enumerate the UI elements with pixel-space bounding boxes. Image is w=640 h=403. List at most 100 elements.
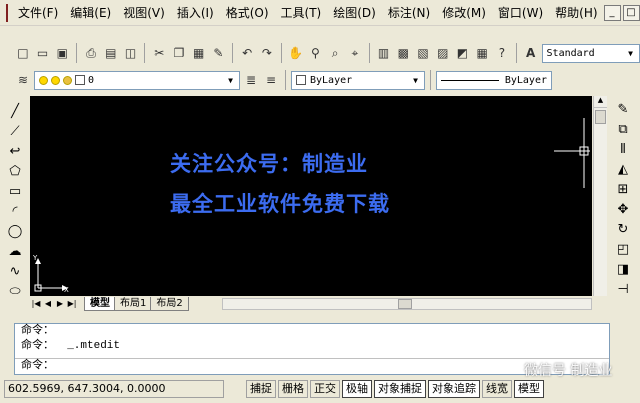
preview-icon[interactable]: ▤ bbox=[102, 44, 120, 62]
snap-toggle[interactable]: 捕捉 bbox=[246, 380, 276, 398]
save-icon[interactable]: ▣ bbox=[53, 44, 71, 62]
rotate-icon[interactable]: ↻ bbox=[613, 220, 633, 238]
model-toggle[interactable]: 模型 bbox=[514, 380, 544, 398]
spline-icon[interactable]: ∿ bbox=[5, 262, 25, 280]
ellipse-icon[interactable]: ⬭ bbox=[5, 282, 25, 300]
text-style-select[interactable]: Standard ▼ bbox=[541, 43, 640, 63]
horizontal-scroll-thumb[interactable] bbox=[398, 299, 412, 309]
chevron-down-icon: ▼ bbox=[628, 48, 633, 58]
redo-icon[interactable]: ↷ bbox=[258, 44, 276, 62]
last-tab-icon[interactable]: ▶| bbox=[66, 298, 78, 310]
restore-button[interactable]: □ bbox=[622, 4, 640, 21]
help-icon[interactable]: ? bbox=[493, 44, 511, 62]
move-icon[interactable]: ✥ bbox=[613, 200, 633, 218]
toolbar-separator bbox=[144, 43, 146, 63]
toolbar-separator bbox=[280, 43, 282, 63]
rectangle-icon[interactable]: ▭ bbox=[5, 182, 25, 200]
tab-layout2[interactable]: 布局2 bbox=[150, 297, 189, 311]
text-style-icon[interactable]: A bbox=[522, 44, 540, 62]
scale-icon[interactable]: ◰ bbox=[613, 240, 633, 258]
zoom-previous-icon[interactable]: ⌖ bbox=[346, 44, 364, 62]
polygon-icon[interactable]: ⬠ bbox=[5, 162, 25, 180]
sheet-set-icon[interactable]: ▨ bbox=[434, 44, 452, 62]
toolbar-separator bbox=[232, 43, 234, 63]
array-icon[interactable]: ⊞ bbox=[613, 180, 633, 198]
copy-icon[interactable]: ❐ bbox=[170, 44, 188, 62]
layer-previous-icon[interactable]: ≡ bbox=[262, 71, 280, 89]
linetype-value: ByLayer bbox=[504, 74, 547, 86]
stretch-icon[interactable]: ◨ bbox=[613, 260, 633, 278]
command-history-line: 命令： bbox=[21, 325, 54, 337]
new-icon[interactable]: □ bbox=[14, 44, 32, 62]
circle-icon[interactable]: ◯ bbox=[5, 222, 25, 240]
ortho-toggle[interactable]: 正交 bbox=[310, 380, 340, 398]
color-swatch-icon bbox=[296, 75, 306, 85]
cut-icon[interactable]: ✂ bbox=[150, 44, 168, 62]
scroll-up-icon[interactable]: ▲ bbox=[594, 96, 607, 108]
otrack-toggle[interactable]: 对象追踪 bbox=[428, 380, 480, 398]
horizontal-scrollbar[interactable] bbox=[222, 298, 592, 310]
design-center-icon[interactable]: ▩ bbox=[394, 44, 412, 62]
menu-file[interactable]: 文件(F) bbox=[12, 2, 64, 24]
match-properties-icon[interactable]: ✎ bbox=[210, 44, 228, 62]
offset-icon[interactable]: ◭ bbox=[613, 160, 633, 178]
menu-view[interactable]: 视图(V) bbox=[117, 2, 171, 24]
tab-model[interactable]: 模型 bbox=[84, 297, 116, 311]
vertical-scroll-thumb[interactable] bbox=[595, 110, 606, 124]
menu-modify[interactable]: 修改(M) bbox=[436, 2, 492, 24]
polar-toggle[interactable]: 极轴 bbox=[342, 380, 372, 398]
undo-icon[interactable]: ↶ bbox=[238, 44, 256, 62]
first-tab-icon[interactable]: |◀ bbox=[30, 298, 42, 310]
menu-dimension[interactable]: 标注(N) bbox=[382, 2, 436, 24]
layer-select[interactable]: 0 ▼ bbox=[34, 70, 240, 90]
construction-line-icon[interactable]: ⟋ bbox=[5, 122, 25, 140]
osnap-toggle[interactable]: 对象捕捉 bbox=[374, 380, 426, 398]
drawing-canvas[interactable]: 关注公众号：制造业 最全工业软件免费下载 Y X bbox=[30, 96, 592, 296]
publish-icon[interactable]: ◫ bbox=[122, 44, 140, 62]
command-window[interactable]: 命令： 命令： _.mtedit 命令： bbox=[14, 323, 610, 375]
arc-icon[interactable]: ◜ bbox=[5, 202, 25, 220]
menu-tools[interactable]: 工具(T) bbox=[275, 2, 328, 24]
menu-draw[interactable]: 绘图(D) bbox=[327, 2, 382, 24]
calculator-icon[interactable]: ▦ bbox=[473, 44, 491, 62]
menu-window[interactable]: 窗口(W) bbox=[492, 2, 549, 24]
open-icon[interactable]: ▭ bbox=[34, 44, 52, 62]
previous-tab-icon[interactable]: ◀ bbox=[42, 298, 54, 310]
color-select[interactable]: ByLayer ▼ bbox=[291, 70, 425, 90]
zoom-realtime-icon[interactable]: ⚲ bbox=[306, 44, 324, 62]
properties-icon[interactable]: ▥ bbox=[375, 44, 393, 62]
zoom-window-icon[interactable]: ⌕ bbox=[326, 44, 344, 62]
paste-icon[interactable]: ▦ bbox=[190, 44, 208, 62]
modify-toolbar: ✎ ⧉ ⫴ ◭ ⊞ ✥ ↻ ◰ ◨ ⊣ bbox=[610, 100, 636, 305]
line-icon[interactable]: ╱ bbox=[5, 102, 25, 120]
tab-layout1[interactable]: 布局1 bbox=[114, 297, 153, 311]
print-icon[interactable]: ⎙ bbox=[82, 44, 100, 62]
toolbar-separator bbox=[76, 43, 78, 63]
next-tab-icon[interactable]: ▶ bbox=[54, 298, 66, 310]
tool-palettes-icon[interactable]: ▧ bbox=[414, 44, 432, 62]
command-input[interactable]: 命令： bbox=[15, 358, 609, 373]
grid-toggle[interactable]: 栅格 bbox=[278, 380, 308, 398]
polyline-icon[interactable]: ↩ bbox=[5, 142, 25, 160]
overlay-text-line1: 关注公众号：制造业 bbox=[170, 152, 368, 176]
menu-edit[interactable]: 编辑(E) bbox=[64, 2, 117, 24]
menu-format[interactable]: 格式(O) bbox=[220, 2, 275, 24]
revision-cloud-icon[interactable]: ☁ bbox=[5, 242, 25, 260]
copy-object-icon[interactable]: ⧉ bbox=[613, 120, 633, 138]
lineweight-toggle[interactable]: 线宽 bbox=[482, 380, 512, 398]
app-icon[interactable] bbox=[6, 3, 8, 22]
text-style-value: Standard bbox=[546, 47, 595, 59]
make-current-layer-icon[interactable]: ≣ bbox=[242, 71, 260, 89]
markup-icon[interactable]: ◩ bbox=[454, 44, 472, 62]
minimize-button[interactable]: _ bbox=[603, 4, 621, 21]
pan-icon[interactable]: ✋ bbox=[287, 44, 305, 62]
layer-manager-icon[interactable]: ≋ bbox=[14, 71, 32, 89]
menu-help[interactable]: 帮助(H) bbox=[549, 2, 603, 24]
color-value: ByLayer bbox=[310, 74, 353, 86]
linetype-select[interactable]: ByLayer bbox=[436, 70, 552, 90]
trim-icon[interactable]: ⊣ bbox=[613, 280, 633, 298]
menu-insert[interactable]: 插入(I) bbox=[171, 2, 220, 24]
erase-icon[interactable]: ✎ bbox=[613, 100, 633, 118]
mirror-icon[interactable]: ⫴ bbox=[613, 140, 633, 158]
vertical-scrollbar[interactable]: ▲ bbox=[593, 96, 607, 296]
